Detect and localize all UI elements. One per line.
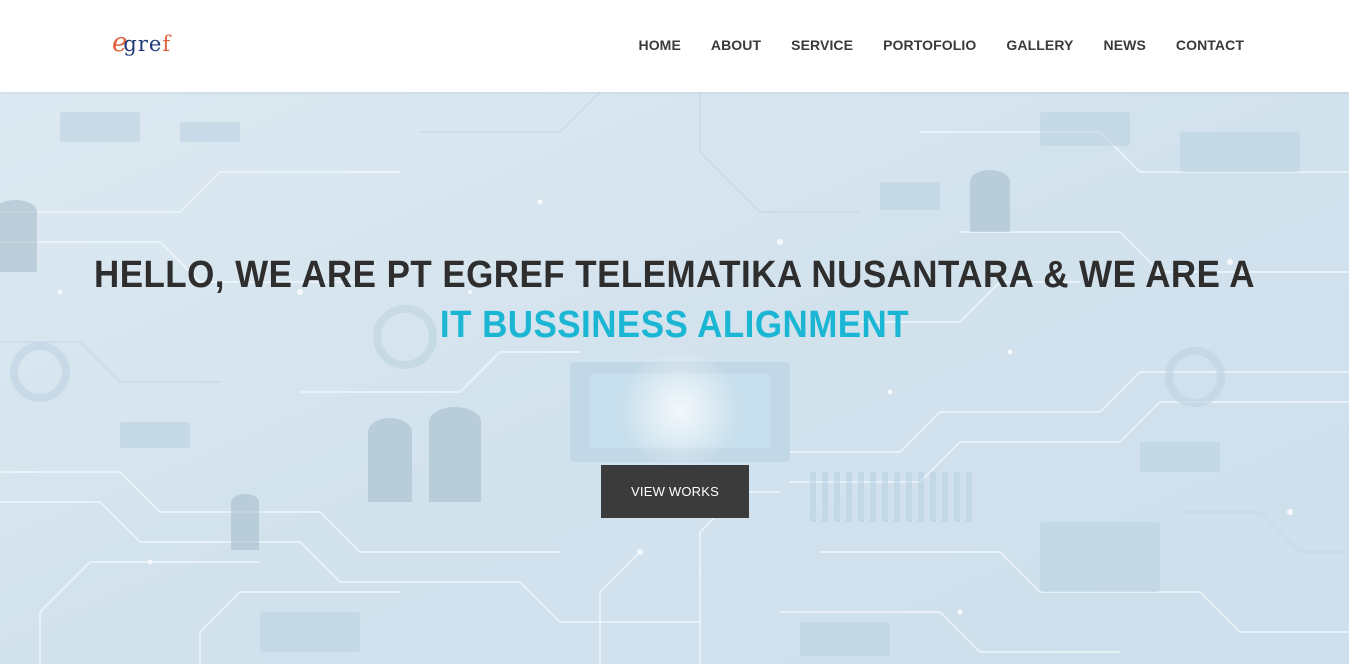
view-works-button[interactable]: VIEW WORKS xyxy=(601,465,749,518)
nav-contact[interactable]: CONTACT xyxy=(1176,36,1244,54)
nav-service[interactable]: SERVICE xyxy=(791,36,853,54)
hero-subheadline: IT BUSSINESS ALIGNMENT xyxy=(439,304,910,346)
nav-gallery[interactable]: GALLERY xyxy=(1006,36,1073,54)
nav-about[interactable]: ABOUT xyxy=(711,36,761,54)
nav-news[interactable]: NEWS xyxy=(1103,36,1145,54)
main-nav: HOME ABOUT SERVICE PORTOFOLIO GALLERY NE… xyxy=(638,36,1244,54)
logo-gre: gre xyxy=(123,32,163,56)
nav-home[interactable]: HOME xyxy=(638,36,680,54)
egref-logo[interactable]: e gref xyxy=(112,30,171,60)
logo-wordmark: gref xyxy=(123,34,171,55)
site-header: e gref HOME ABOUT SERVICE PORTOFOLIO GAL… xyxy=(0,0,1349,92)
logo-f: f xyxy=(162,32,172,56)
nav-portofolio[interactable]: PORTOFOLIO xyxy=(883,36,976,54)
hero-overlay xyxy=(0,92,1349,664)
hero-headline: HELLO, WE ARE PT EGREF TELEMATIKA NUSANT… xyxy=(93,254,1256,296)
hero-section: HELLO, WE ARE PT EGREF TELEMATIKA NUSANT… xyxy=(0,92,1349,664)
